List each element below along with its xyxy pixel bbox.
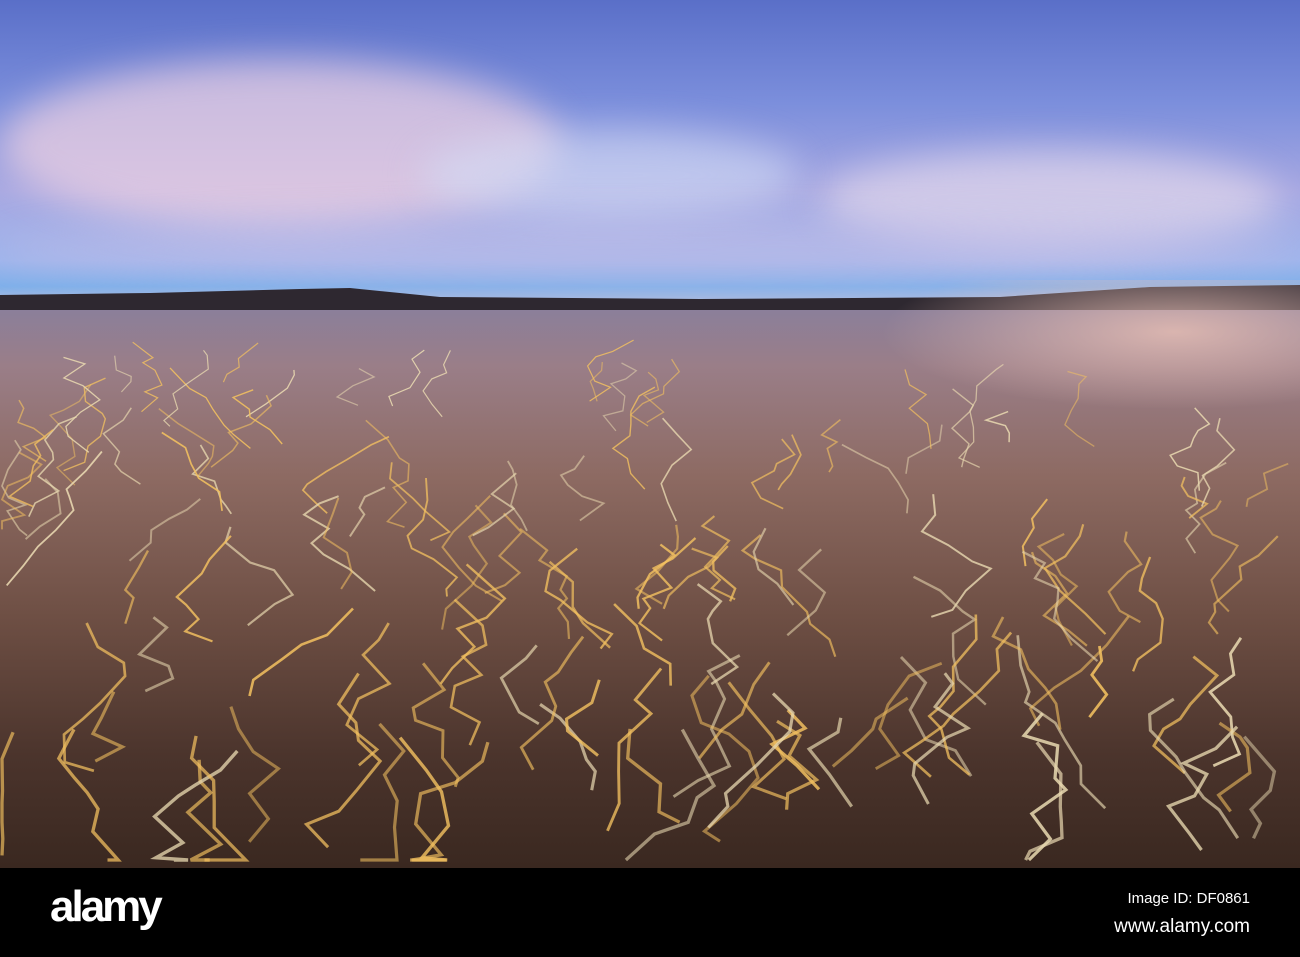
mineral-streak bbox=[222, 342, 259, 383]
mineral-streak bbox=[548, 560, 611, 649]
alamy-logo: alamy bbox=[50, 882, 163, 931]
mineral-streak bbox=[1107, 531, 1143, 624]
mineral-streak bbox=[123, 550, 150, 625]
mineral-streak bbox=[1180, 476, 1209, 519]
mineral-streak bbox=[1064, 370, 1095, 447]
mineral-streak bbox=[559, 455, 606, 522]
mineral-streak bbox=[388, 349, 425, 407]
mineral-streak bbox=[301, 435, 390, 514]
mineral-streak bbox=[360, 722, 406, 862]
mineral-streak bbox=[624, 728, 717, 862]
mineral-streak bbox=[1152, 655, 1220, 775]
mineral-streak bbox=[1184, 461, 1227, 554]
mineral-streak bbox=[991, 616, 1062, 730]
mineral-streaks bbox=[0, 339, 1289, 862]
mineral-streak bbox=[245, 369, 295, 418]
mineral-streak bbox=[472, 472, 517, 537]
mineral-streak bbox=[499, 644, 540, 726]
mineral-streak bbox=[629, 358, 681, 427]
mineral-streak bbox=[322, 497, 353, 590]
mineral-streak bbox=[613, 603, 672, 686]
site-url[interactable]: www.alamy.com bbox=[1114, 916, 1250, 938]
mineral-streak bbox=[422, 350, 451, 418]
mineral-streak bbox=[564, 679, 601, 757]
mineral-streak bbox=[335, 368, 376, 406]
mineral-streak bbox=[0, 731, 15, 856]
mineral-streak bbox=[777, 434, 802, 491]
mineral-streak bbox=[63, 377, 107, 472]
mineral-streak bbox=[983, 410, 1011, 443]
mineral-streak bbox=[519, 635, 585, 771]
mineral-streak bbox=[56, 728, 122, 862]
mineral-streak bbox=[1028, 615, 1130, 727]
mineral-streak bbox=[302, 495, 376, 592]
mineral-streak bbox=[158, 408, 215, 477]
mineral-streak bbox=[642, 371, 665, 423]
mineral-streak bbox=[411, 662, 460, 788]
mineral-streak bbox=[519, 527, 571, 639]
mineral-streak bbox=[132, 341, 163, 413]
mineral-streak bbox=[606, 667, 663, 832]
mineral-streak bbox=[698, 661, 771, 760]
mineral-streak bbox=[1200, 418, 1236, 507]
mineral-streak bbox=[411, 741, 490, 862]
mineral-streak bbox=[950, 388, 975, 468]
mineral-streak bbox=[169, 367, 251, 449]
mineral-streak bbox=[102, 407, 141, 485]
mineral-streak bbox=[1199, 500, 1240, 613]
image-id: Image ID: DF0861 bbox=[1127, 890, 1250, 907]
cloud bbox=[420, 130, 800, 220]
mineral-streak bbox=[1021, 498, 1048, 567]
mineral-streak bbox=[175, 535, 232, 643]
mineral-streak bbox=[389, 462, 452, 542]
cloud bbox=[0, 220, 1300, 280]
mineral-streak bbox=[660, 417, 693, 522]
mineral-streak bbox=[229, 706, 281, 843]
mineral-streak bbox=[625, 728, 681, 824]
mineral-streak bbox=[449, 598, 488, 746]
mineral-streak bbox=[128, 498, 201, 562]
mineral-streak bbox=[611, 386, 656, 490]
mineral-streak bbox=[349, 486, 386, 537]
mineral-streak bbox=[90, 691, 127, 763]
stock-photo bbox=[0, 0, 1300, 868]
mineral-streak bbox=[1245, 462, 1289, 507]
mineral-streak bbox=[700, 515, 736, 601]
mineral-streak bbox=[820, 418, 841, 473]
mineral-streak bbox=[248, 607, 354, 697]
mineral-streak bbox=[1030, 551, 1088, 647]
mineral-streak bbox=[905, 424, 943, 474]
mineral-streak bbox=[874, 661, 943, 770]
mineral-streak bbox=[740, 534, 837, 658]
mineral-streak bbox=[544, 547, 614, 650]
mineral-streak bbox=[17, 399, 48, 462]
mineral-streak bbox=[750, 438, 796, 510]
mineral-streak bbox=[365, 419, 410, 528]
mineral-streak bbox=[114, 355, 132, 393]
mineral-streak bbox=[806, 717, 854, 808]
mineral-streak bbox=[163, 349, 209, 427]
mineral-streak bbox=[841, 443, 909, 514]
mineral-streak bbox=[161, 431, 223, 512]
mineral-streak bbox=[136, 616, 175, 693]
mineral-streak bbox=[345, 622, 392, 767]
mineral-streak bbox=[920, 494, 993, 618]
mineral-streak bbox=[637, 537, 697, 642]
mineral-streak bbox=[62, 356, 101, 453]
mineral-streak bbox=[904, 369, 932, 449]
mineral-streak bbox=[786, 548, 827, 637]
mineral-streak bbox=[303, 672, 383, 849]
mineral-streak bbox=[224, 526, 295, 627]
mineral-streak bbox=[1208, 637, 1243, 768]
mineral-streak bbox=[28, 416, 77, 517]
mineral-streak bbox=[1207, 535, 1279, 635]
watermark-footer: alamy Image ID: DF0861 www.alamy.com bbox=[0, 868, 1300, 957]
mineral-streak bbox=[1132, 556, 1164, 672]
